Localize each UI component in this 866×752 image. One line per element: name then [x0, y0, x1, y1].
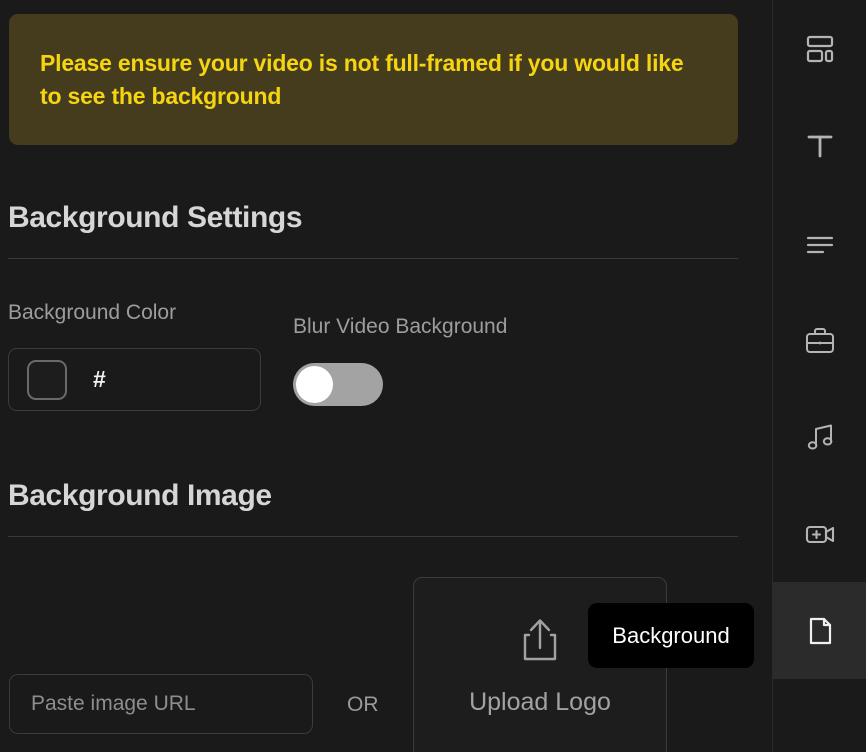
document-icon	[803, 614, 837, 648]
background-color-group: Background Color #	[8, 300, 264, 411]
image-url-placeholder: Paste image URL	[31, 692, 196, 715]
background-color-label: Background Color	[8, 301, 177, 324]
toggle-knob	[296, 366, 333, 403]
background-settings-title: Background Settings	[8, 201, 303, 234]
share-upload-icon	[518, 615, 562, 670]
warning-banner-text: Please ensure your video is not full-fra…	[40, 49, 684, 109]
color-swatch[interactable]	[27, 359, 67, 400]
background-settings-panel: Please ensure your video is not full-fra…	[0, 0, 772, 752]
video-plus-icon	[803, 517, 837, 551]
briefcase-icon	[803, 323, 837, 357]
music-note-icon	[803, 420, 837, 454]
blur-video-background-group: Blur Video Background	[293, 314, 593, 406]
background-tooltip-text: Background	[612, 622, 730, 648]
sidebar-item-lines[interactable]	[773, 194, 866, 291]
section-divider	[8, 258, 738, 259]
background-image-title: Background Image	[8, 479, 272, 512]
section-divider	[8, 536, 738, 537]
background-color-input[interactable]: #	[8, 348, 261, 411]
hash-prefix: #	[93, 366, 106, 392]
blur-video-background-toggle[interactable]	[293, 363, 383, 406]
app-root: Please ensure your video is not full-fra…	[0, 0, 866, 752]
sidebar-item-audio[interactable]	[773, 388, 866, 485]
upload-logo-label: Upload Logo	[469, 688, 611, 716]
sidebar-item-text[interactable]	[773, 97, 866, 194]
background-settings-section: Background Settings	[8, 200, 738, 259]
blur-video-background-label: Blur Video Background	[293, 315, 508, 338]
background-image-section: Background Image	[8, 478, 738, 537]
or-separator-label: OR	[347, 693, 379, 716]
right-sidebar	[772, 0, 866, 752]
warning-banner: Please ensure your video is not full-fra…	[9, 14, 738, 145]
text-t-icon	[803, 129, 837, 163]
sidebar-item-add-video[interactable]	[773, 485, 866, 582]
sidebar-item-brand[interactable]	[773, 291, 866, 388]
sidebar-item-background[interactable]	[773, 582, 866, 679]
background-tooltip: Background	[588, 603, 754, 668]
text-lines-icon	[803, 226, 837, 260]
sidebar-item-layout[interactable]	[773, 0, 866, 97]
layout-icon	[803, 32, 837, 66]
image-url-input[interactable]: Paste image URL	[9, 674, 313, 734]
